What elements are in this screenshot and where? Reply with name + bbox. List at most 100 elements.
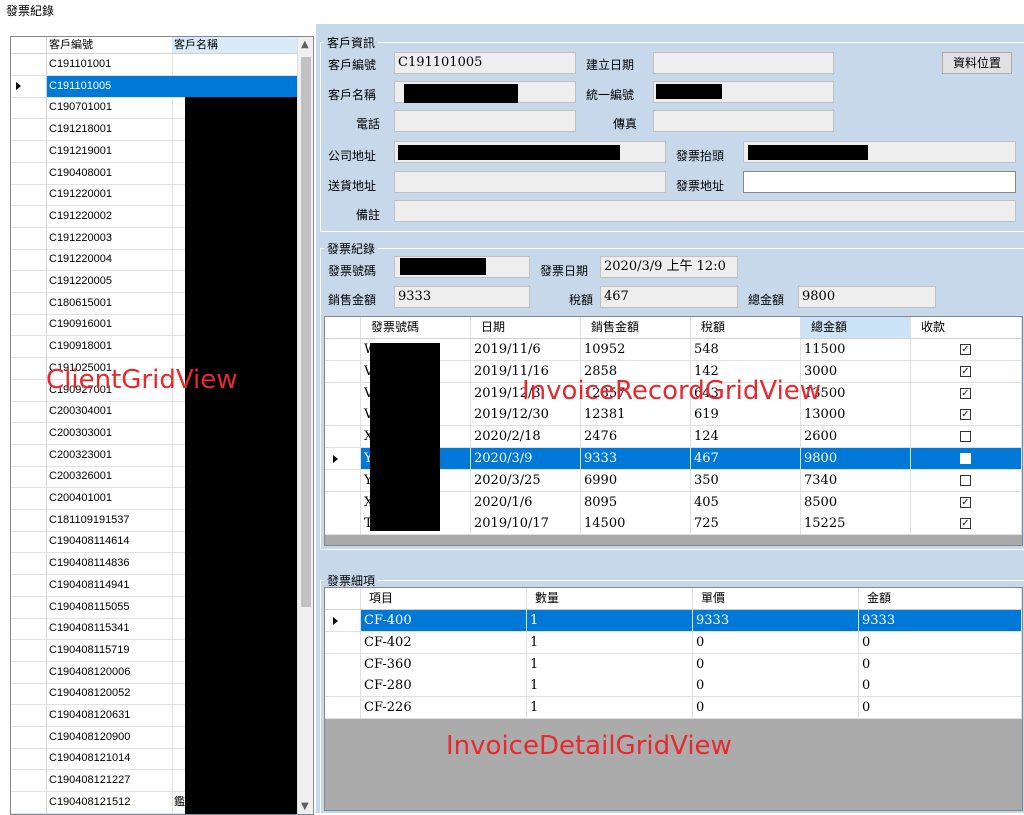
- row-header[interactable]: [325, 360, 361, 382]
- total-cell[interactable]: 9800: [801, 448, 911, 469]
- created-date-field[interactable]: [653, 52, 834, 74]
- total-cell[interactable]: 13000: [801, 404, 911, 426]
- row-header[interactable]: [11, 726, 47, 748]
- paid-cell[interactable]: ✓: [911, 339, 1022, 360]
- fax-field[interactable]: [653, 110, 834, 132]
- paid-checkbox[interactable]: ✓: [960, 496, 971, 508]
- date-cell[interactable]: 2020/3/25: [471, 469, 581, 491]
- total-cell[interactable]: 11500: [801, 339, 911, 360]
- invoice-record-grid[interactable]: 發票號碼日期銷售金額稅額總金額收款W2019/11/61095254811500…: [324, 316, 1023, 546]
- row-header[interactable]: [11, 509, 47, 531]
- sales-cell[interactable]: 14500: [581, 513, 691, 535]
- column-header-quantity[interactable]: 數量: [527, 588, 693, 609]
- row-header[interactable]: [11, 661, 47, 683]
- invoice-date-field[interactable]: 2020/3/9 上午 12:0: [600, 256, 738, 278]
- detail-row[interactable]: CF-400 1 9333 9333: [325, 610, 1022, 632]
- row-header[interactable]: [11, 466, 47, 488]
- data-location-button[interactable]: 資料位置: [942, 52, 1012, 74]
- client-no-cell[interactable]: C180615001: [47, 292, 173, 314]
- row-header[interactable]: [11, 422, 47, 444]
- item-cell[interactable]: CF-226: [361, 697, 527, 719]
- client-no-field[interactable]: C191101005: [394, 52, 576, 74]
- client-no-cell[interactable]: C191220003: [47, 227, 173, 249]
- total-amount-field[interactable]: 9800: [798, 286, 936, 308]
- client-no-cell[interactable]: C200304001: [47, 401, 173, 423]
- item-cell[interactable]: CF-402: [361, 631, 527, 653]
- client-row[interactable]: C191101001: [11, 54, 297, 76]
- row-header[interactable]: [11, 553, 47, 575]
- row-header[interactable]: [325, 653, 361, 675]
- row-header[interactable]: [11, 531, 47, 553]
- client-grid[interactable]: 客戶編號 客戶名稱 C191101001 C191101005 C190701001…: [10, 36, 314, 815]
- row-header[interactable]: [325, 513, 361, 535]
- row-header[interactable]: [325, 697, 361, 719]
- paid-cell[interactable]: ✓: [911, 513, 1022, 535]
- sales-cell[interactable]: 9333: [581, 448, 691, 469]
- paid-cell[interactable]: ✓: [911, 491, 1022, 513]
- client-no-cell[interactable]: C190408121512: [47, 791, 173, 813]
- unit-price-cell[interactable]: 0: [693, 697, 859, 719]
- item-cell[interactable]: CF-360: [361, 653, 527, 675]
- invoice-address-field[interactable]: [743, 171, 1016, 193]
- row-header[interactable]: [325, 404, 361, 426]
- amount-cell[interactable]: 9333: [859, 610, 1022, 631]
- client-no-cell[interactable]: C200303001: [47, 422, 173, 444]
- client-no-cell[interactable]: C190408115719: [47, 639, 173, 661]
- detail-row[interactable]: CF-360 1 0 0: [325, 653, 1022, 676]
- client-no-cell[interactable]: C190408114836: [47, 553, 173, 575]
- client-no-cell[interactable]: C191220002: [47, 205, 173, 227]
- row-header[interactable]: [325, 448, 361, 469]
- phone-field[interactable]: [394, 110, 576, 132]
- row-header[interactable]: [11, 314, 47, 336]
- row-header[interactable]: [325, 382, 361, 404]
- quantity-cell[interactable]: 1: [527, 653, 693, 675]
- amount-cell[interactable]: 0: [859, 675, 1022, 697]
- row-header[interactable]: [11, 705, 47, 726]
- client-name-cell[interactable]: [172, 54, 299, 75]
- total-cell[interactable]: 8500: [801, 491, 911, 513]
- row-header[interactable]: [11, 227, 47, 249]
- paid-checkbox[interactable]: [960, 474, 971, 486]
- paid-checkbox[interactable]: ✓: [960, 344, 971, 355]
- column-header-invoice-no[interactable]: 發票號碼: [361, 317, 471, 338]
- column-header-tax[interactable]: 稅額: [691, 317, 801, 338]
- column-header-total[interactable]: 總金額: [801, 317, 911, 338]
- item-cell[interactable]: CF-280: [361, 675, 527, 697]
- client-no-cell[interactable]: C190408120900: [47, 726, 173, 748]
- item-cell[interactable]: CF-400: [361, 610, 527, 631]
- column-header-client-name[interactable]: 客戶名稱: [172, 37, 300, 53]
- client-name-cell[interactable]: [172, 75, 299, 97]
- paid-cell[interactable]: [911, 426, 1022, 448]
- total-cell[interactable]: 15225: [801, 513, 911, 535]
- column-header-date[interactable]: 日期: [471, 317, 581, 338]
- paid-cell[interactable]: ✓: [911, 360, 1022, 382]
- unit-price-cell[interactable]: 9333: [693, 610, 859, 631]
- paid-checkbox[interactable]: ✓: [960, 518, 971, 530]
- client-no-cell[interactable]: C191101001: [47, 54, 173, 75]
- row-header[interactable]: [11, 357, 47, 379]
- unit-price-cell[interactable]: 0: [693, 631, 859, 653]
- client-no-cell[interactable]: C200326001: [47, 466, 173, 488]
- row-header[interactable]: [11, 748, 47, 770]
- client-no-cell[interactable]: C190408114941: [47, 574, 173, 596]
- row-header[interactable]: [325, 491, 361, 513]
- client-no-cell[interactable]: C191220001: [47, 184, 173, 206]
- row-header[interactable]: [11, 119, 47, 141]
- tax-cell[interactable]: 725: [691, 513, 801, 535]
- scroll-up-icon[interactable]: ▲: [301, 39, 309, 50]
- tax-cell[interactable]: 350: [691, 469, 801, 491]
- quantity-cell[interactable]: 1: [527, 631, 693, 653]
- row-header[interactable]: [325, 426, 361, 448]
- client-no-cell[interactable]: C190916001: [47, 314, 173, 336]
- row-header[interactable]: [11, 791, 47, 813]
- row-header[interactable]: [11, 54, 47, 75]
- client-no-cell[interactable]: C191218001: [47, 119, 173, 141]
- scroll-thumb[interactable]: [301, 57, 311, 607]
- paid-cell[interactable]: [911, 469, 1022, 491]
- quantity-cell[interactable]: 1: [527, 610, 693, 631]
- total-cell[interactable]: 7340: [801, 469, 911, 491]
- detail-row[interactable]: CF-226 1 0 0: [325, 697, 1022, 720]
- detail-row[interactable]: CF-402 1 0 0: [325, 631, 1022, 654]
- tax-field[interactable]: 467: [600, 286, 738, 308]
- sales-cell[interactable]: 6990: [581, 469, 691, 491]
